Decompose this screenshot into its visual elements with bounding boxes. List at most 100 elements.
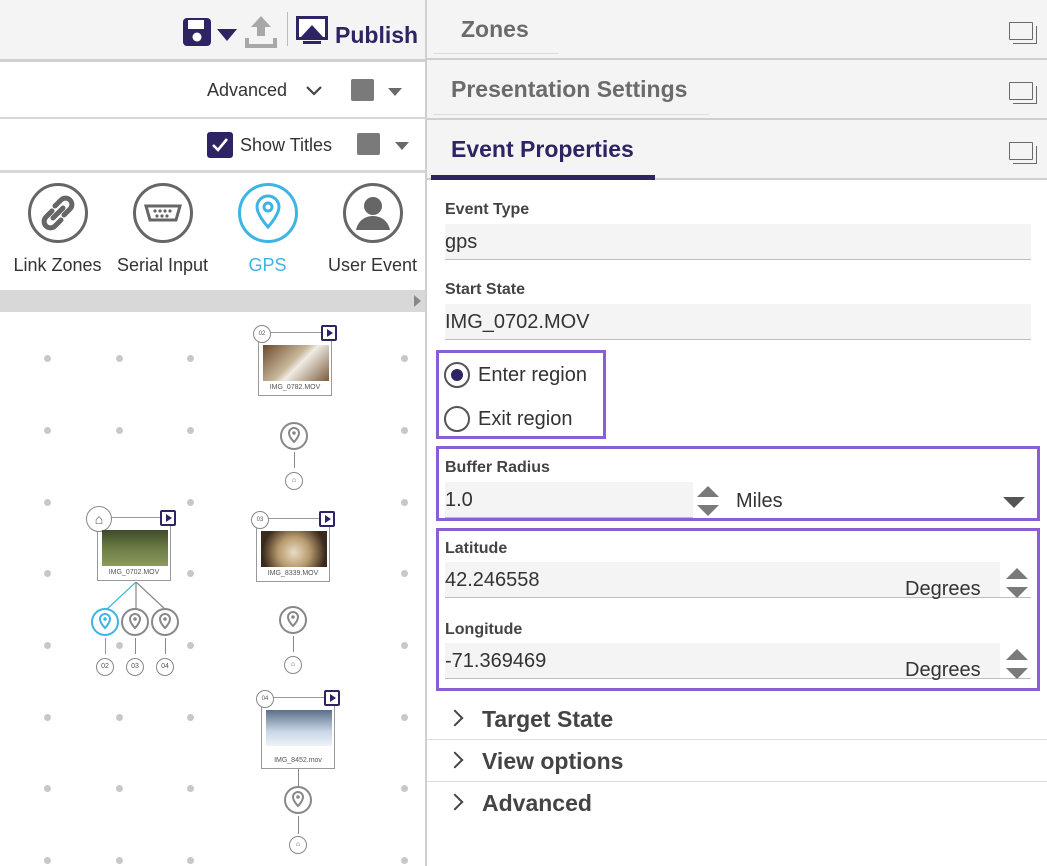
toolbar-divider bbox=[287, 12, 288, 46]
horizontal-scrollbar[interactable] bbox=[0, 290, 425, 312]
longitude-value: -71.369469 bbox=[445, 650, 547, 672]
play-icon[interactable] bbox=[160, 510, 176, 526]
chevron-down-icon[interactable] bbox=[305, 84, 323, 102]
scroll-right-arrow-icon[interactable] bbox=[414, 295, 421, 307]
show-titles-checkbox[interactable] bbox=[207, 132, 233, 158]
enter-region-label: Enter region bbox=[478, 364, 587, 386]
video-thumbnail bbox=[266, 710, 332, 746]
longitude-stepper[interactable] bbox=[1006, 649, 1028, 679]
window-restore-icon[interactable] bbox=[1009, 22, 1037, 44]
publish-monitor-icon[interactable] bbox=[295, 15, 329, 50]
state-node[interactable]: 04 IMG_8452.mov bbox=[256, 690, 340, 769]
accordion-label: Advanced bbox=[482, 790, 592, 816]
link-icon bbox=[27, 183, 88, 243]
title-swatch-caret-icon[interactable] bbox=[395, 142, 409, 150]
event-type-label: Serial Input bbox=[116, 255, 209, 275]
buffer-radius-unit-select[interactable]: Miles bbox=[736, 490, 783, 513]
buffer-radius-stepper[interactable] bbox=[697, 486, 719, 516]
zones-title: Zones bbox=[461, 16, 529, 42]
state-node[interactable]: ⌂ IMG_0702.MOV bbox=[86, 506, 176, 581]
target-state-badge: 03 bbox=[126, 658, 144, 676]
longitude-unit: Degrees bbox=[905, 659, 981, 681]
advanced-filter-bar: Advanced bbox=[0, 62, 425, 119]
save-icon[interactable] bbox=[182, 17, 212, 52]
accordion-view-options[interactable]: View options bbox=[427, 740, 1047, 782]
window-restore-icon[interactable] bbox=[1009, 82, 1037, 104]
latitude-value: 42.246558 bbox=[445, 569, 540, 591]
video-thumbnail bbox=[263, 345, 329, 381]
map-pin-icon[interactable] bbox=[91, 608, 119, 636]
save-dropdown-chevron-down-icon[interactable] bbox=[217, 28, 237, 46]
presentation-settings-title: Presentation Settings bbox=[451, 76, 688, 102]
map-pin-icon bbox=[237, 183, 298, 243]
node-number: 04 bbox=[256, 690, 274, 708]
latitude-stepper[interactable] bbox=[1006, 568, 1028, 598]
chevron-right-icon bbox=[446, 751, 464, 769]
publish-button[interactable]: Publish bbox=[335, 22, 418, 49]
start-state-field[interactable]: IMG_0702.MOV bbox=[445, 304, 1031, 340]
event-type-field[interactable]: gps bbox=[445, 224, 1031, 260]
event-type-gps[interactable]: GPS bbox=[215, 183, 320, 276]
upload-icon[interactable] bbox=[245, 14, 277, 53]
enter-region-radio[interactable] bbox=[444, 362, 470, 388]
event-type-user-event[interactable]: User Event bbox=[320, 183, 425, 276]
target-state-badge: 02 bbox=[96, 658, 114, 676]
event-type-link-zones[interactable]: Link Zones bbox=[5, 183, 110, 276]
user-icon bbox=[342, 183, 403, 243]
event-properties-header[interactable]: Event Properties bbox=[427, 120, 1047, 180]
exit-region-radio[interactable] bbox=[444, 406, 470, 432]
zones-panel-header[interactable]: Zones bbox=[427, 0, 1047, 60]
accordion-target-state[interactable]: Target State bbox=[427, 698, 1047, 740]
latitude-label: Latitude bbox=[445, 540, 508, 557]
latitude-unit: Degrees bbox=[905, 578, 981, 600]
state-node[interactable]: 02 IMG_0782.MOV bbox=[253, 325, 337, 396]
state-canvas[interactable]: 02 IMG_0782.MOV ⌂ ⌂ IMG_0702.MOV 02 03 0… bbox=[0, 312, 425, 866]
color-swatch[interactable] bbox=[351, 79, 374, 101]
video-thumbnail bbox=[102, 530, 168, 566]
home-icon: ⌂ bbox=[285, 472, 303, 490]
window-restore-icon[interactable] bbox=[1009, 142, 1037, 164]
accordion-label: Target State bbox=[482, 706, 614, 732]
chevron-right-icon bbox=[446, 709, 464, 727]
map-pin-icon[interactable] bbox=[284, 786, 312, 814]
accordion-advanced[interactable]: Advanced bbox=[427, 782, 1047, 824]
video-thumbnail bbox=[261, 531, 327, 567]
map-pin-icon[interactable] bbox=[279, 606, 307, 634]
map-pin-icon[interactable] bbox=[151, 608, 179, 636]
play-icon[interactable] bbox=[321, 325, 337, 341]
state-node[interactable]: 03 IMG_8339.MOV bbox=[251, 511, 335, 582]
target-state-badge: 04 bbox=[156, 658, 174, 676]
map-pin-icon[interactable] bbox=[280, 422, 308, 450]
serial-port-icon bbox=[132, 183, 193, 243]
map-pin-icon[interactable] bbox=[121, 608, 149, 636]
event-type-palette: Link Zones Serial Input GPS User Event bbox=[0, 173, 425, 290]
title-color-swatch[interactable] bbox=[357, 133, 380, 155]
node-caption: IMG_8452.mov bbox=[274, 757, 322, 764]
accordion-label: View options bbox=[482, 748, 624, 774]
node-number: 03 bbox=[251, 511, 269, 529]
presentation-settings-header[interactable]: Presentation Settings bbox=[427, 60, 1047, 120]
home-icon: ⌂ bbox=[289, 836, 307, 854]
main-toolbar: Publish bbox=[0, 0, 425, 62]
play-icon[interactable] bbox=[319, 511, 335, 527]
chevron-down-icon[interactable] bbox=[1003, 497, 1025, 508]
node-caption: IMG_0702.MOV bbox=[108, 569, 160, 576]
start-state-label: Start State bbox=[445, 281, 526, 298]
home-icon: ⌂ bbox=[284, 656, 302, 674]
node-caption: IMG_8339.MOV bbox=[267, 570, 319, 577]
event-type-label: User Event bbox=[327, 255, 418, 275]
advanced-dropdown[interactable]: Advanced bbox=[207, 80, 287, 101]
home-icon: ⌂ bbox=[86, 506, 112, 532]
chevron-right-icon bbox=[446, 793, 464, 811]
event-type-label: GPS bbox=[248, 255, 287, 275]
swatch-caret-icon[interactable] bbox=[388, 88, 402, 96]
buffer-radius-label: Buffer Radius bbox=[445, 459, 550, 476]
node-number: 02 bbox=[253, 325, 271, 343]
exit-region-label: Exit region bbox=[478, 408, 573, 430]
node-caption: IMG_0782.MOV bbox=[269, 384, 321, 391]
event-type-label: Link Zones bbox=[13, 255, 102, 275]
play-icon[interactable] bbox=[324, 690, 340, 706]
event-type-serial-input[interactable]: Serial Input bbox=[110, 183, 215, 276]
properties-pane: Zones Presentation Settings Event Proper… bbox=[425, 0, 1047, 866]
buffer-radius-input[interactable]: 1.0 bbox=[445, 482, 693, 518]
